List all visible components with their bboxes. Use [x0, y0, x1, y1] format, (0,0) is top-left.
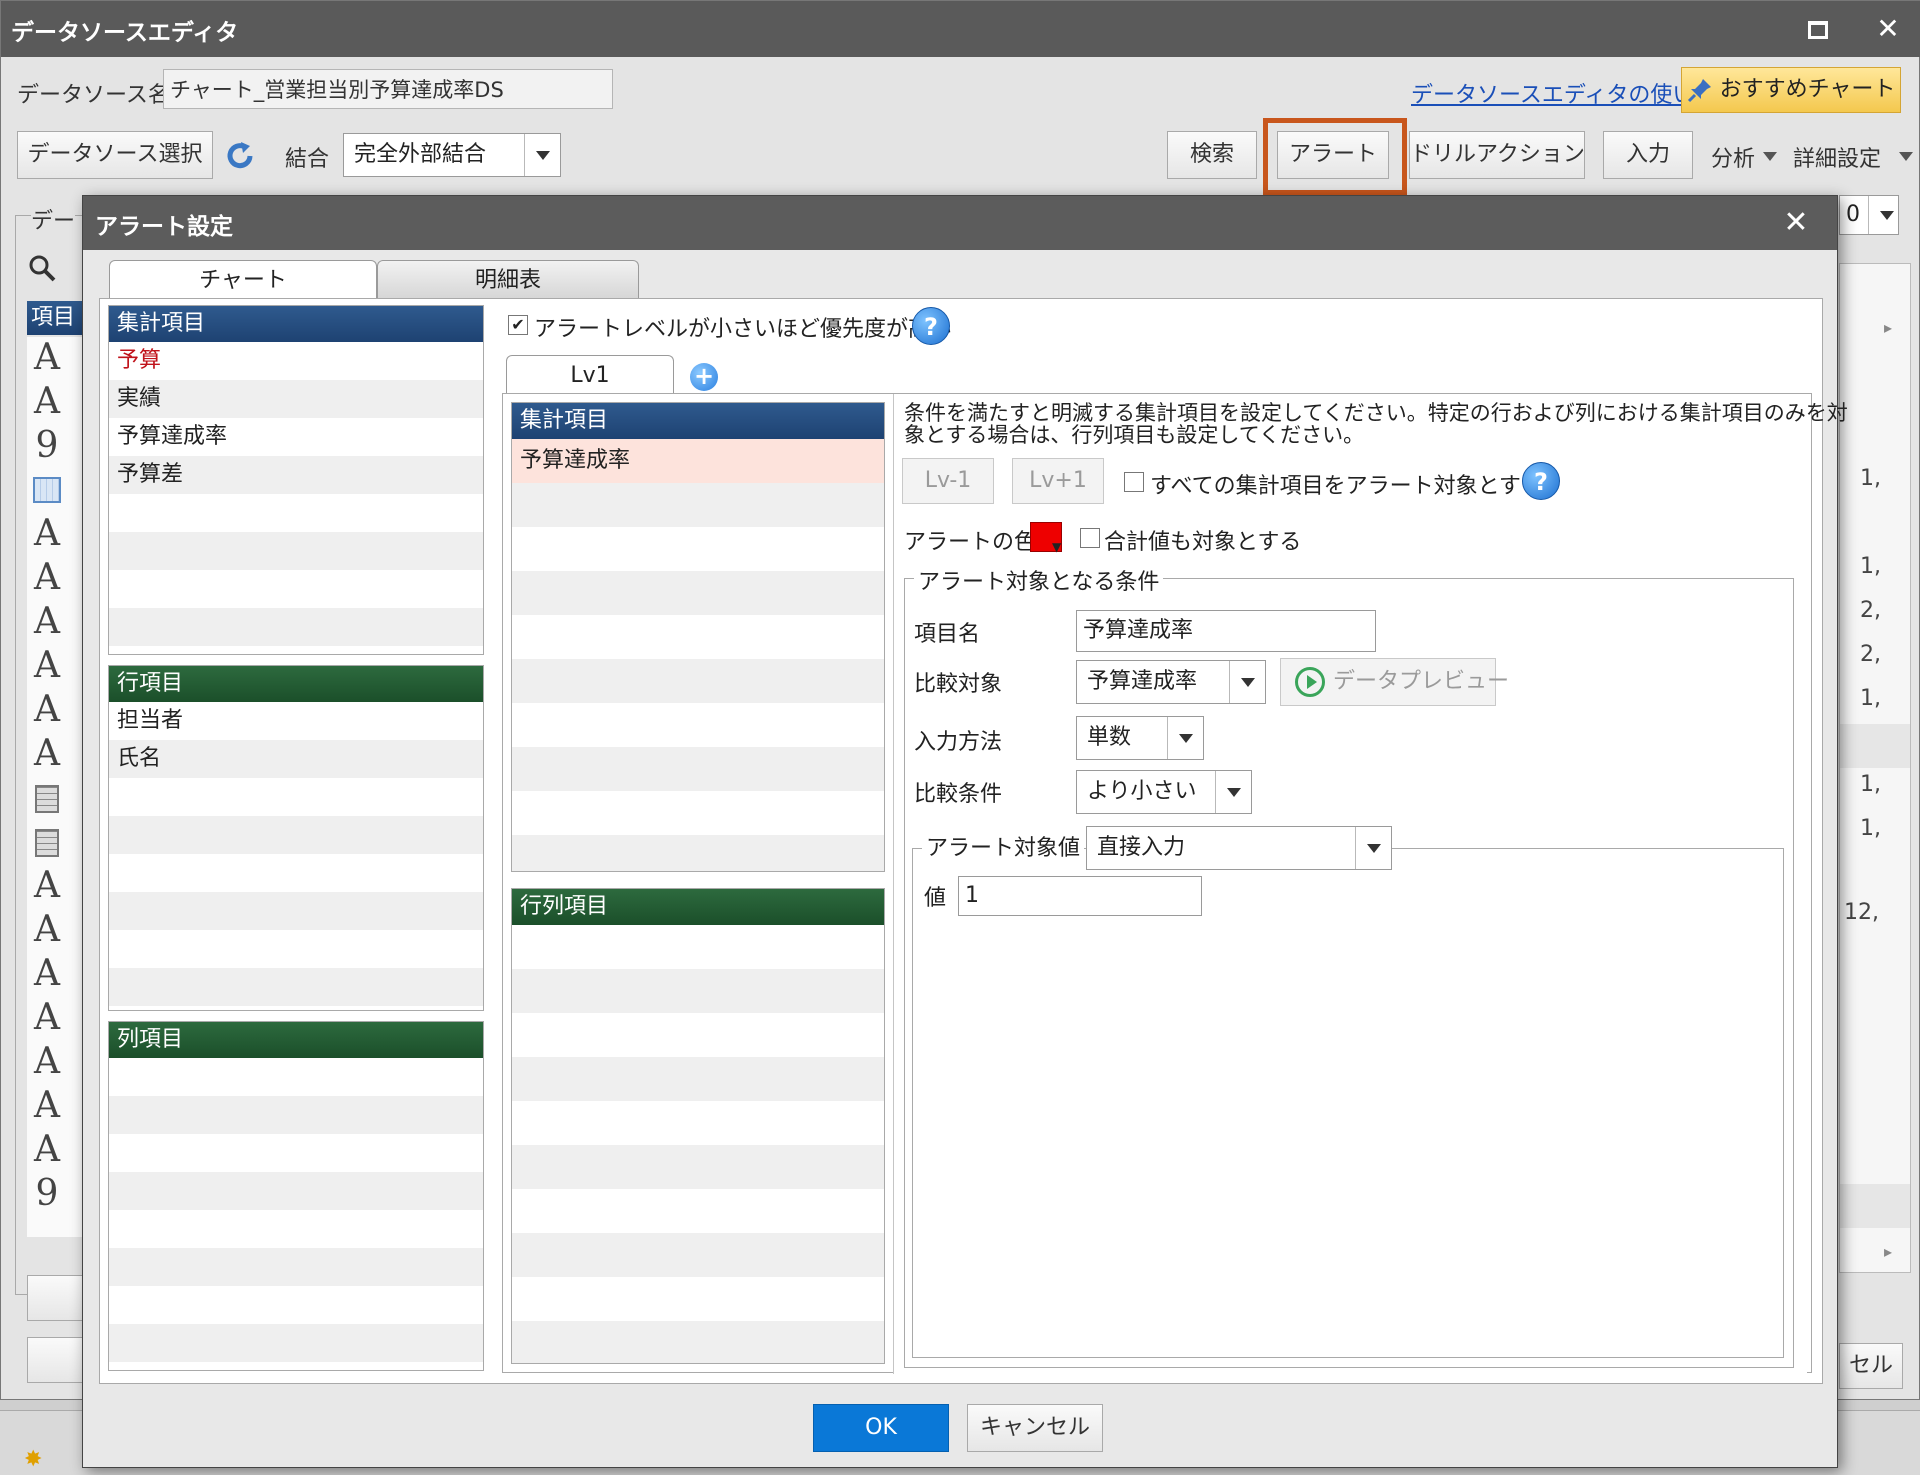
chevron-down-icon — [1355, 827, 1391, 869]
tab-content-panel: 集計項目 予算 実績 予算達成率 予算差 行項目 担当者 氏名 列項目 ✔ アラ… — [99, 298, 1848, 1384]
close-icon[interactable]: ✕ — [1863, 7, 1913, 51]
include-totals-checkbox[interactable] — [1080, 528, 1100, 548]
right-grid-partial: ▸ 1, 1, 2, 2, 1, 1, 1, 12, ▸ — [1839, 263, 1911, 1273]
close-icon[interactable]: ✕ — [1771, 199, 1821, 247]
detail-settings-menu[interactable]: 詳細設定 — [1793, 141, 1913, 172]
select-datasource-button[interactable]: データソース選択 — [17, 131, 213, 179]
tab-detail-table[interactable]: 明細表 — [377, 260, 639, 300]
datasource-name-field[interactable]: チャート_営業担当別予算達成率DS — [163, 69, 613, 109]
level-aggregate-list: 集計項目 予算達成率 — [511, 402, 885, 872]
column-items-header: 列項目 — [109, 1022, 483, 1058]
join-label: 結合 — [285, 147, 330, 172]
aggregate-items-list: 集計項目 予算 実績 予算達成率 予算差 — [108, 305, 484, 655]
input-method-select[interactable]: 単数 — [1076, 716, 1204, 760]
pin-icon — [1687, 79, 1711, 103]
data-preview-button[interactable]: データプレビュー — [1280, 658, 1509, 706]
list-item[interactable]: 担当者 — [109, 702, 483, 740]
row-column-items-list: 行列項目 — [511, 888, 885, 1364]
input-button[interactable]: 入力 — [1603, 131, 1693, 179]
condition-group-legend: アラート対象となる条件 — [914, 564, 1164, 596]
editor-title: データソースエディタ — [11, 20, 239, 46]
help-icon[interactable]: ? — [912, 307, 950, 345]
chevron-down-icon — [524, 134, 560, 176]
row-column-items-header: 行列項目 — [512, 889, 884, 925]
list-item[interactable]: 予算 — [109, 342, 483, 380]
alert-color-label: アラートの色 — [904, 530, 1037, 555]
input-method-label: 入力方法 — [914, 730, 1003, 755]
calculator-icon — [35, 785, 59, 813]
alert-value-mode-select[interactable]: 直接入力 — [1086, 826, 1392, 870]
right-select-partial[interactable]: 0 — [1839, 195, 1899, 235]
cancel-button[interactable]: キャンセル — [967, 1404, 1103, 1452]
drill-action-button[interactable]: ドリルアクション — [1409, 131, 1585, 179]
search-icon[interactable] — [27, 253, 57, 283]
partial-button[interactable] — [27, 1275, 87, 1321]
level-panel: 集計項目 予算達成率 行列項目 条件を満たすと明滅する集計項目を設定してください… — [502, 393, 1848, 1374]
alert-highlight-box — [1263, 118, 1407, 195]
recommend-chart-button[interactable]: おすすめチャート — [1681, 67, 1901, 113]
value-label: 値 — [924, 886, 947, 911]
level-aggregate-header: 集計項目 — [512, 403, 884, 439]
data-group-label-partial: デー — [31, 203, 76, 235]
analysis-menu[interactable]: 分析 — [1711, 141, 1777, 172]
item-name-label: 項目名 — [914, 622, 981, 647]
dialog-titlebar: アラート設定 ✕ — [83, 196, 1837, 250]
dialog-title: アラート設定 — [95, 214, 233, 240]
alert-settings-dialog: アラート設定 ✕ チャート 明細表 集計項目 予算 実績 予算達成率 予算差 行… — [82, 195, 1848, 1468]
compare-target-label: 比較対象 — [914, 672, 1003, 697]
instructions-text: 条件を満たすと明滅する集計項目を設定してください。特定の行および列における集計項… — [904, 401, 1848, 447]
alert-value-label: アラート対象値 — [922, 830, 1085, 862]
include-totals-label: 合計値も対象とする — [1104, 530, 1302, 555]
chevron-down-icon — [1167, 717, 1203, 759]
tab-level-1[interactable]: Lv1 — [506, 355, 674, 395]
all-items-checkbox[interactable] — [1124, 472, 1144, 492]
add-level-icon[interactable]: + — [690, 363, 718, 391]
level-up-button[interactable]: Lv+1 — [1012, 458, 1104, 504]
row-items-header: 行項目 — [109, 666, 483, 702]
ok-button[interactable]: OK — [813, 1404, 949, 1452]
calculator-icon — [35, 829, 59, 857]
refresh-icon[interactable] — [223, 139, 257, 173]
compare-condition-select[interactable]: より小さい — [1076, 770, 1252, 814]
calendar-icon — [33, 477, 61, 503]
list-item[interactable]: 実績 — [109, 380, 483, 418]
alert-value-group — [912, 848, 1784, 1358]
editor-titlebar: データソースエディタ ✕ — [1, 1, 1920, 57]
chevron-down-icon — [1215, 771, 1251, 813]
search-button[interactable]: 検索 — [1167, 131, 1257, 179]
value-input[interactable]: 1 — [958, 876, 1202, 916]
help-link[interactable]: データソースエディタの使い方 — [1411, 77, 1716, 109]
list-item-selected[interactable]: 予算達成率 — [512, 439, 884, 483]
list-item[interactable]: 予算差 — [109, 456, 483, 494]
priority-checkbox-label: アラートレベルが小さいほど優先度が高い — [534, 317, 953, 342]
partial-button[interactable] — [27, 1337, 87, 1383]
level-down-button[interactable]: Lv-1 — [902, 458, 994, 504]
row-items-list: 行項目 担当者 氏名 — [108, 665, 484, 1011]
aggregate-items-header: 集計項目 — [109, 306, 483, 342]
priority-checkbox[interactable]: ✔ — [508, 315, 528, 335]
chevron-down-icon — [1868, 196, 1898, 234]
help-icon[interactable]: ? — [1522, 462, 1560, 500]
all-items-checkbox-label: すべての集計項目をアラート対象とする — [1150, 474, 1543, 499]
star-icon: ✸ — [24, 1447, 43, 1472]
list-item[interactable]: 予算達成率 — [109, 418, 483, 456]
items-header-partial: 項目 — [27, 301, 85, 335]
field-list-partial: AA9 AAAAAA AAAAAAA9 — [27, 337, 83, 1237]
column-items-list: 列項目 — [108, 1021, 484, 1371]
join-type-select[interactable]: 完全外部結合 — [343, 133, 561, 177]
compare-target-select[interactable]: 予算達成率 — [1076, 660, 1266, 704]
chevron-down-icon — [1229, 661, 1265, 703]
tab-chart[interactable]: チャート — [109, 260, 377, 300]
join-type-value: 完全外部結合 — [354, 142, 487, 167]
list-item[interactable]: 氏名 — [109, 740, 483, 778]
alert-settings-area: 条件を満たすと明滅する集計項目を設定してください。特定の行および列における集計項… — [893, 394, 1848, 1374]
editor-cancel-button-partial[interactable]: セル — [1839, 1343, 1903, 1389]
recommend-chart-label: おすすめチャート — [1719, 77, 1896, 102]
compare-condition-label: 比較条件 — [914, 782, 1003, 807]
maximize-icon[interactable] — [1793, 7, 1843, 51]
chevron-down-icon: ▼ — [1052, 540, 1062, 554]
play-icon — [1295, 667, 1325, 697]
item-name-field[interactable]: 予算達成率 — [1076, 610, 1376, 652]
datasource-name-label: データソース名 — [17, 83, 170, 108]
